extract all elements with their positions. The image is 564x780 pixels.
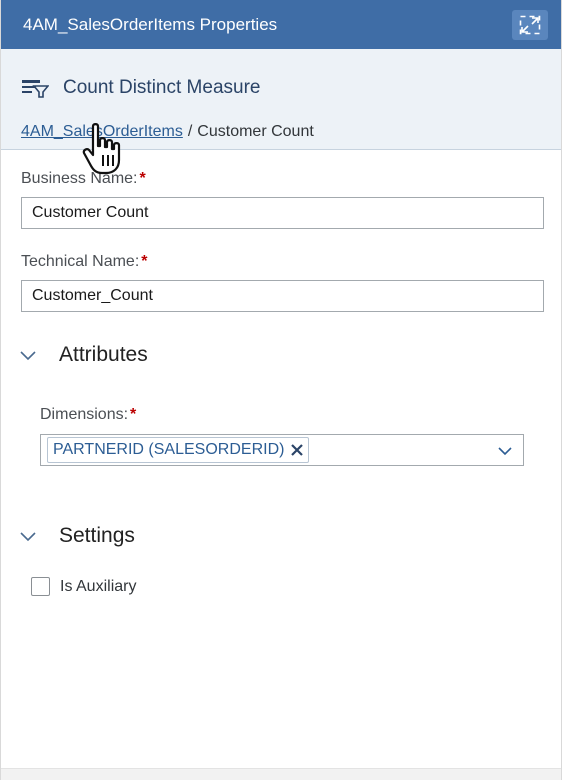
required-asterisk: *	[141, 253, 148, 270]
dimensions-label-text: Dimensions:	[40, 406, 129, 423]
is-auxiliary-checkbox[interactable]	[31, 577, 50, 596]
is-auxiliary-row: Is Auxiliary	[31, 577, 136, 596]
object-type: Count Distinct Measure	[21, 77, 260, 99]
count-distinct-measure-icon	[22, 80, 49, 98]
breadcrumb-separator: /	[187, 123, 193, 140]
business-name-label: Business Name: *	[21, 170, 146, 188]
chevron-down-icon	[20, 351, 36, 361]
required-asterisk: *	[139, 170, 146, 187]
dimensions-label: Dimensions: *	[40, 406, 136, 424]
panel-footer	[1, 768, 561, 780]
breadcrumb: 4AM_SalesOrderItems / Customer Count	[21, 123, 314, 141]
business-name-input[interactable]	[21, 197, 544, 229]
settings-section-toggle[interactable]: Settings	[19, 524, 135, 548]
dimension-token-text: PARTNERID (SALESORDERID)	[53, 441, 285, 458]
required-asterisk: *	[130, 406, 137, 423]
dimensions-multi-combobox[interactable]: PARTNERID (SALESORDERID)	[40, 434, 524, 466]
close-icon[interactable]	[290, 443, 304, 457]
business-name-label-text: Business Name:	[21, 170, 138, 187]
attributes-section-toggle[interactable]: Attributes	[19, 343, 148, 367]
technical-name-label-text: Technical Name:	[21, 253, 140, 270]
expand-button[interactable]	[512, 9, 548, 40]
technical-name-label: Technical Name: *	[21, 253, 148, 271]
technical-name-input[interactable]	[21, 280, 544, 312]
is-auxiliary-label: Is Auxiliary	[60, 577, 137, 595]
dimension-token: PARTNERID (SALESORDERID)	[47, 437, 310, 463]
expand-icon	[519, 15, 541, 34]
breadcrumb-current: Customer Count	[197, 123, 314, 140]
settings-section-title: Settings	[59, 524, 135, 547]
object-header: Count Distinct Measure 4AM_SalesOrderIte…	[1, 49, 561, 150]
chevron-down-icon[interactable]	[497, 445, 513, 457]
properties-panel: 4AM_SalesOrderItems Properties Count Dis…	[0, 0, 562, 780]
chevron-down-icon	[20, 532, 36, 542]
attributes-section-title: Attributes	[59, 343, 148, 366]
breadcrumb-link-sales-order-items[interactable]: 4AM_SalesOrderItems	[21, 123, 183, 141]
panel-title: 4AM_SalesOrderItems Properties	[23, 14, 278, 34]
panel-titlebar: 4AM_SalesOrderItems Properties	[1, 0, 561, 49]
object-type-label: Count Distinct Measure	[63, 77, 261, 98]
